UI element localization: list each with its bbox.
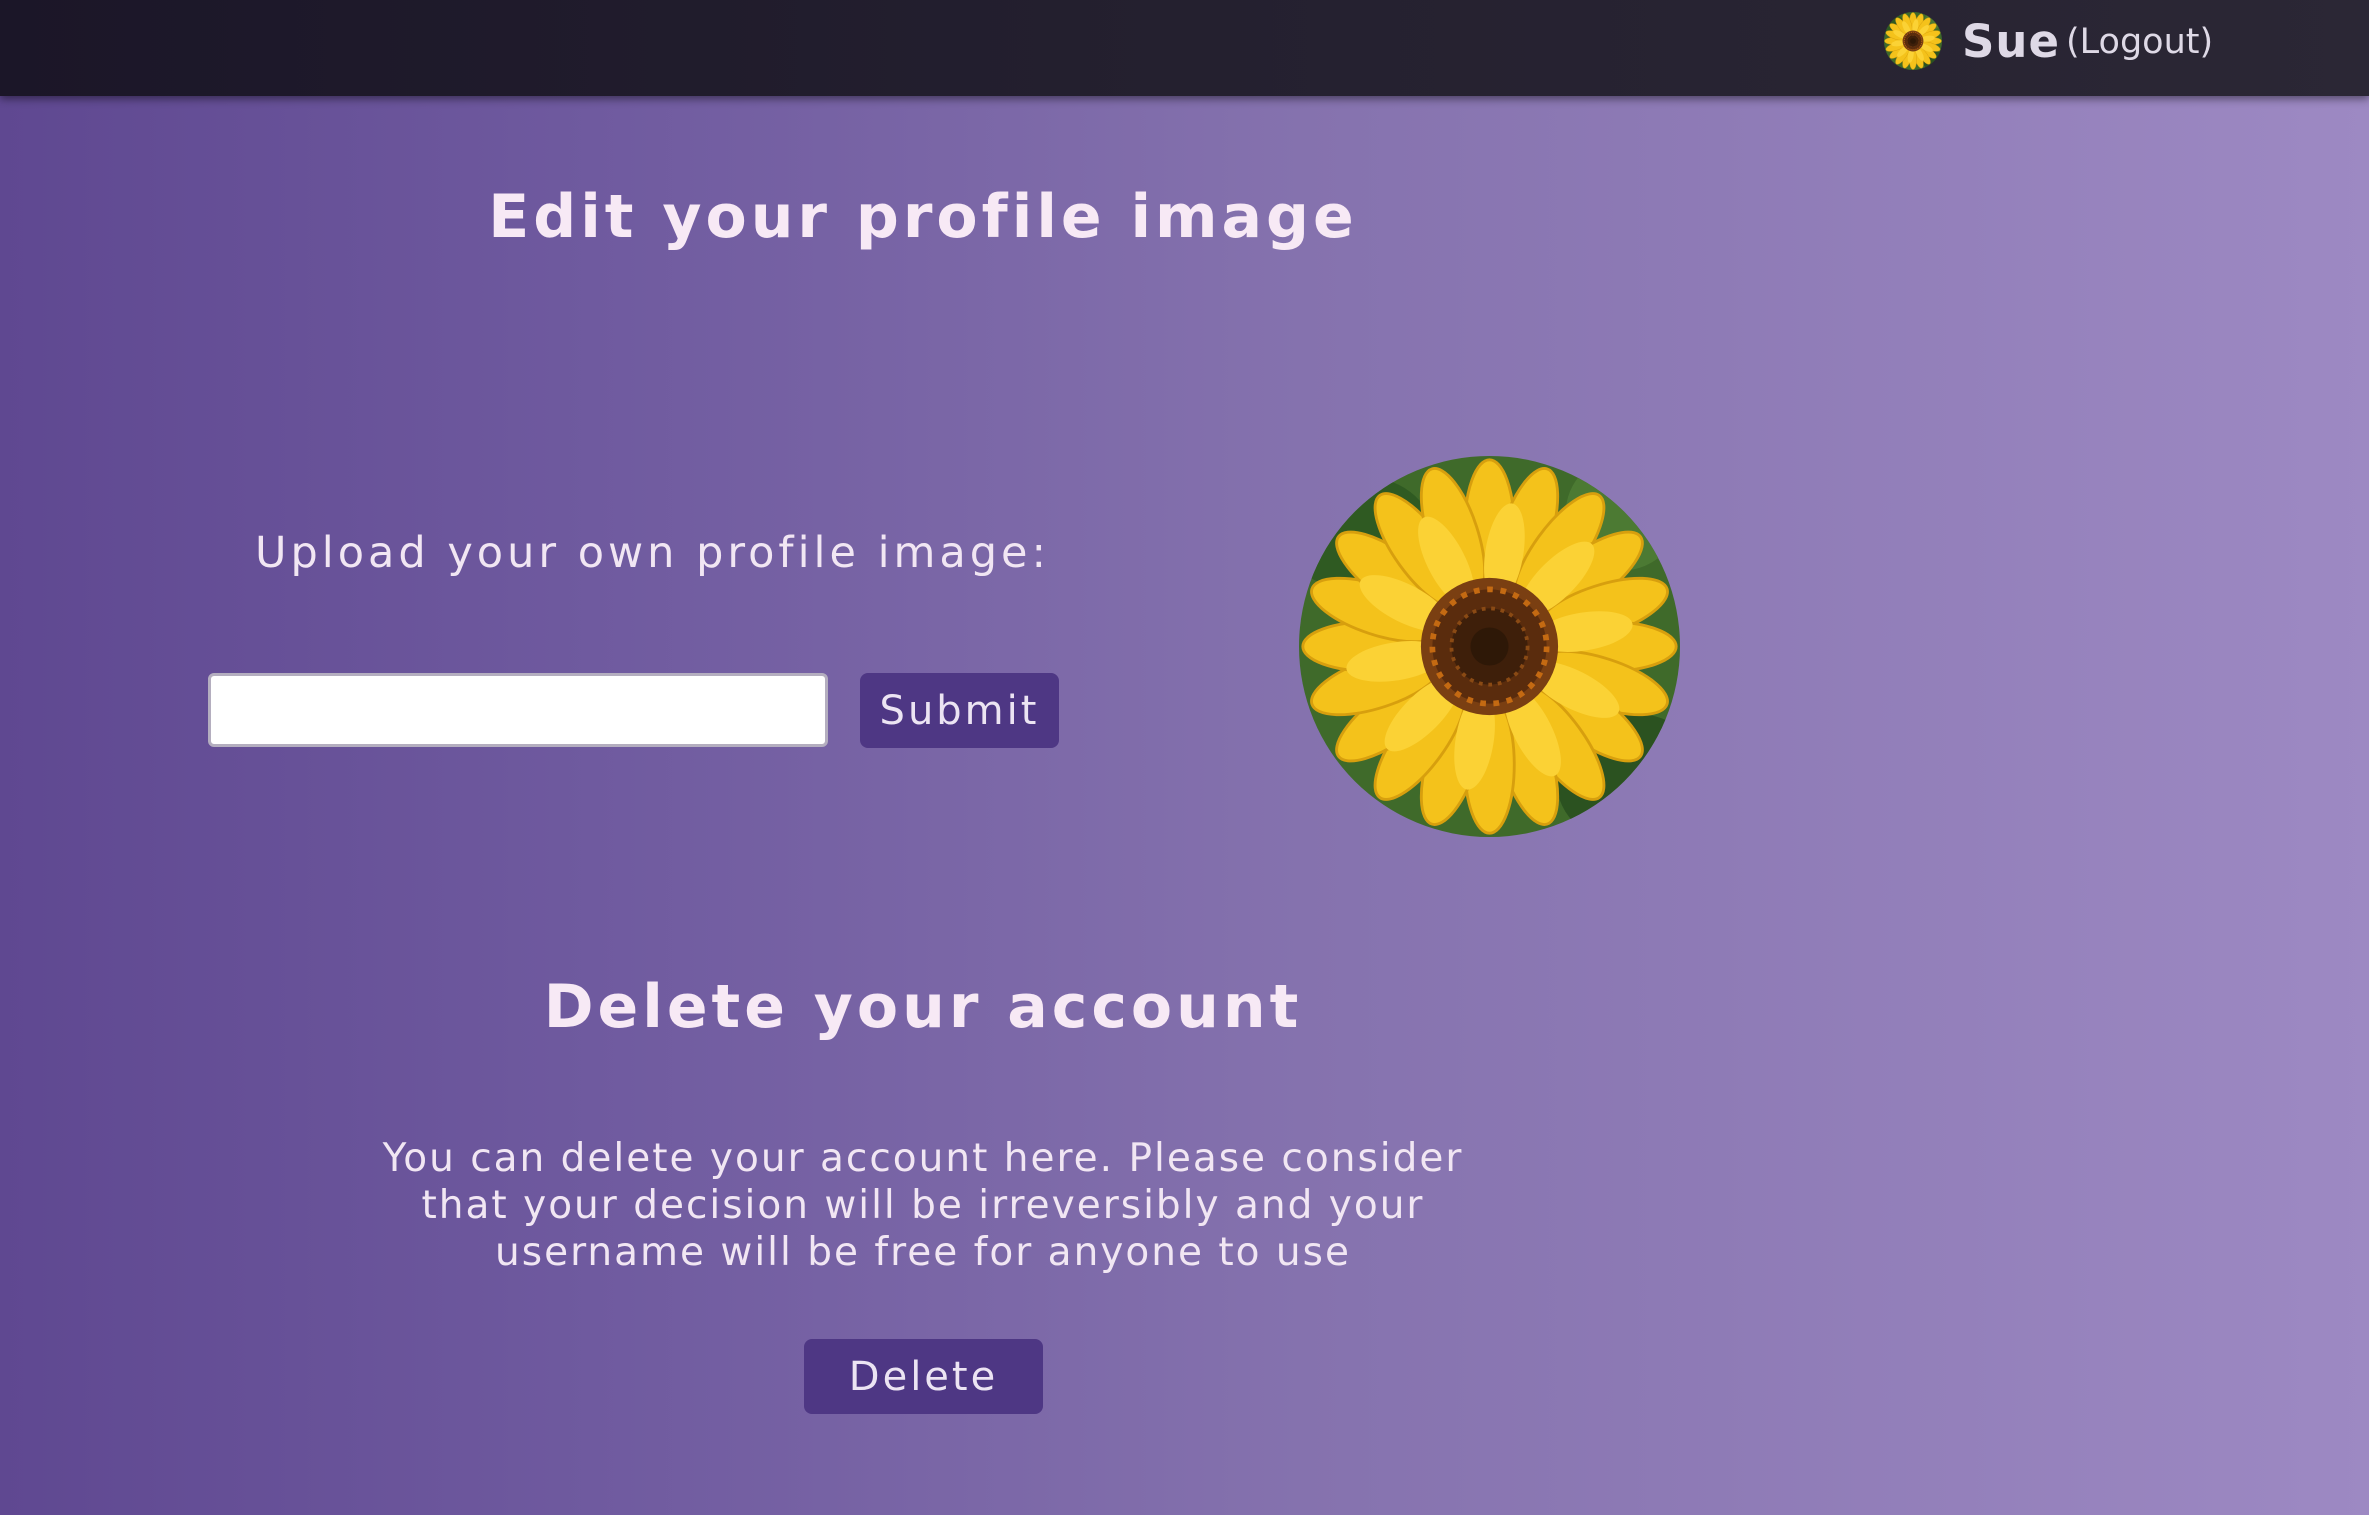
edit-profile-heading: Edit your profile image (488, 182, 1358, 252)
user-avatar-icon[interactable] (1884, 12, 1942, 70)
delete-account-description: You can delete your account here. Please… (382, 1136, 1464, 1275)
delete-account-heading: Delete your account (543, 972, 1303, 1042)
submit-button[interactable]: Submit (860, 673, 1059, 748)
profile-image (1299, 456, 1680, 837)
username-label: Sue (1962, 15, 2060, 68)
logout-link[interactable]: (Logout) (2066, 18, 2213, 66)
profile-image-url-input[interactable] (208, 673, 828, 747)
top-navigation-bar: Sue (Logout) (0, 0, 2369, 96)
delete-account-button[interactable]: Delete (804, 1339, 1043, 1414)
sunflower-image (1299, 456, 1680, 837)
upload-label: Upload your own profile image: (255, 528, 1051, 578)
sunflower-avatar-icon (1884, 12, 1942, 70)
